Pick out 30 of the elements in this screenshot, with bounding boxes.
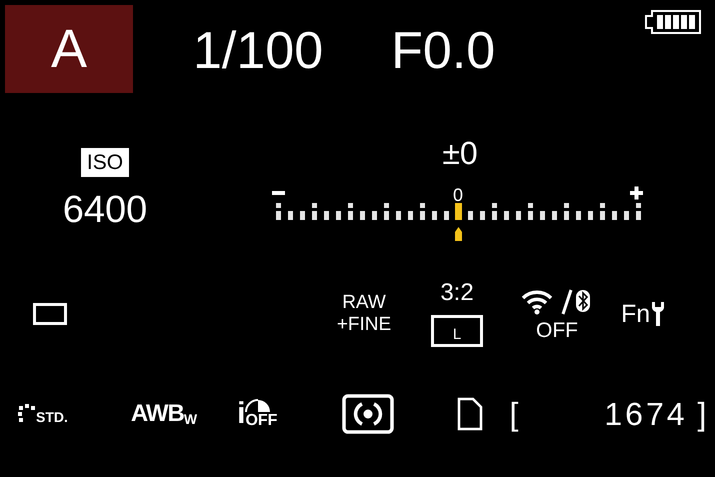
wireless-status: OFF	[536, 320, 578, 340]
aperture-value: F0.0	[391, 25, 496, 77]
quality-fine: +FINE	[336, 314, 392, 336]
minus-icon	[272, 191, 285, 195]
shutter-speed: 1/100	[193, 25, 324, 77]
single-shot-icon	[33, 303, 67, 325]
close-bracket: ]	[698, 398, 706, 430]
scale-zero-label: 0	[453, 185, 463, 205]
i-dynamic-letter: i	[237, 398, 246, 428]
memory-card-icon	[457, 396, 484, 430]
sun-style-icon	[18, 404, 36, 424]
wb-mode-label: AWB	[130, 402, 184, 426]
metering-icon	[342, 394, 394, 434]
open-bracket: [	[509, 398, 518, 430]
quarter-circle-icon	[245, 398, 272, 412]
photo-style: STD.	[36, 410, 68, 424]
battery-icon	[643, 10, 701, 34]
wb-mode-suffix: W	[184, 412, 198, 426]
quality-raw: RAW	[342, 292, 386, 314]
plus-icon	[628, 184, 645, 202]
i-dynamic-status: OFF	[245, 412, 278, 428]
wrench-icon	[651, 301, 666, 327]
iso-value: 6400	[62, 191, 148, 229]
aspect-ratio: 3:2	[440, 281, 474, 305]
shooting-mode: A	[5, 5, 133, 93]
image-size: L	[431, 315, 483, 347]
exposure-reading: ±0	[442, 137, 478, 169]
iso-label: ISO	[80, 148, 130, 177]
shots-remaining: 1674	[604, 398, 688, 430]
fn-label: Fn	[621, 302, 650, 326]
